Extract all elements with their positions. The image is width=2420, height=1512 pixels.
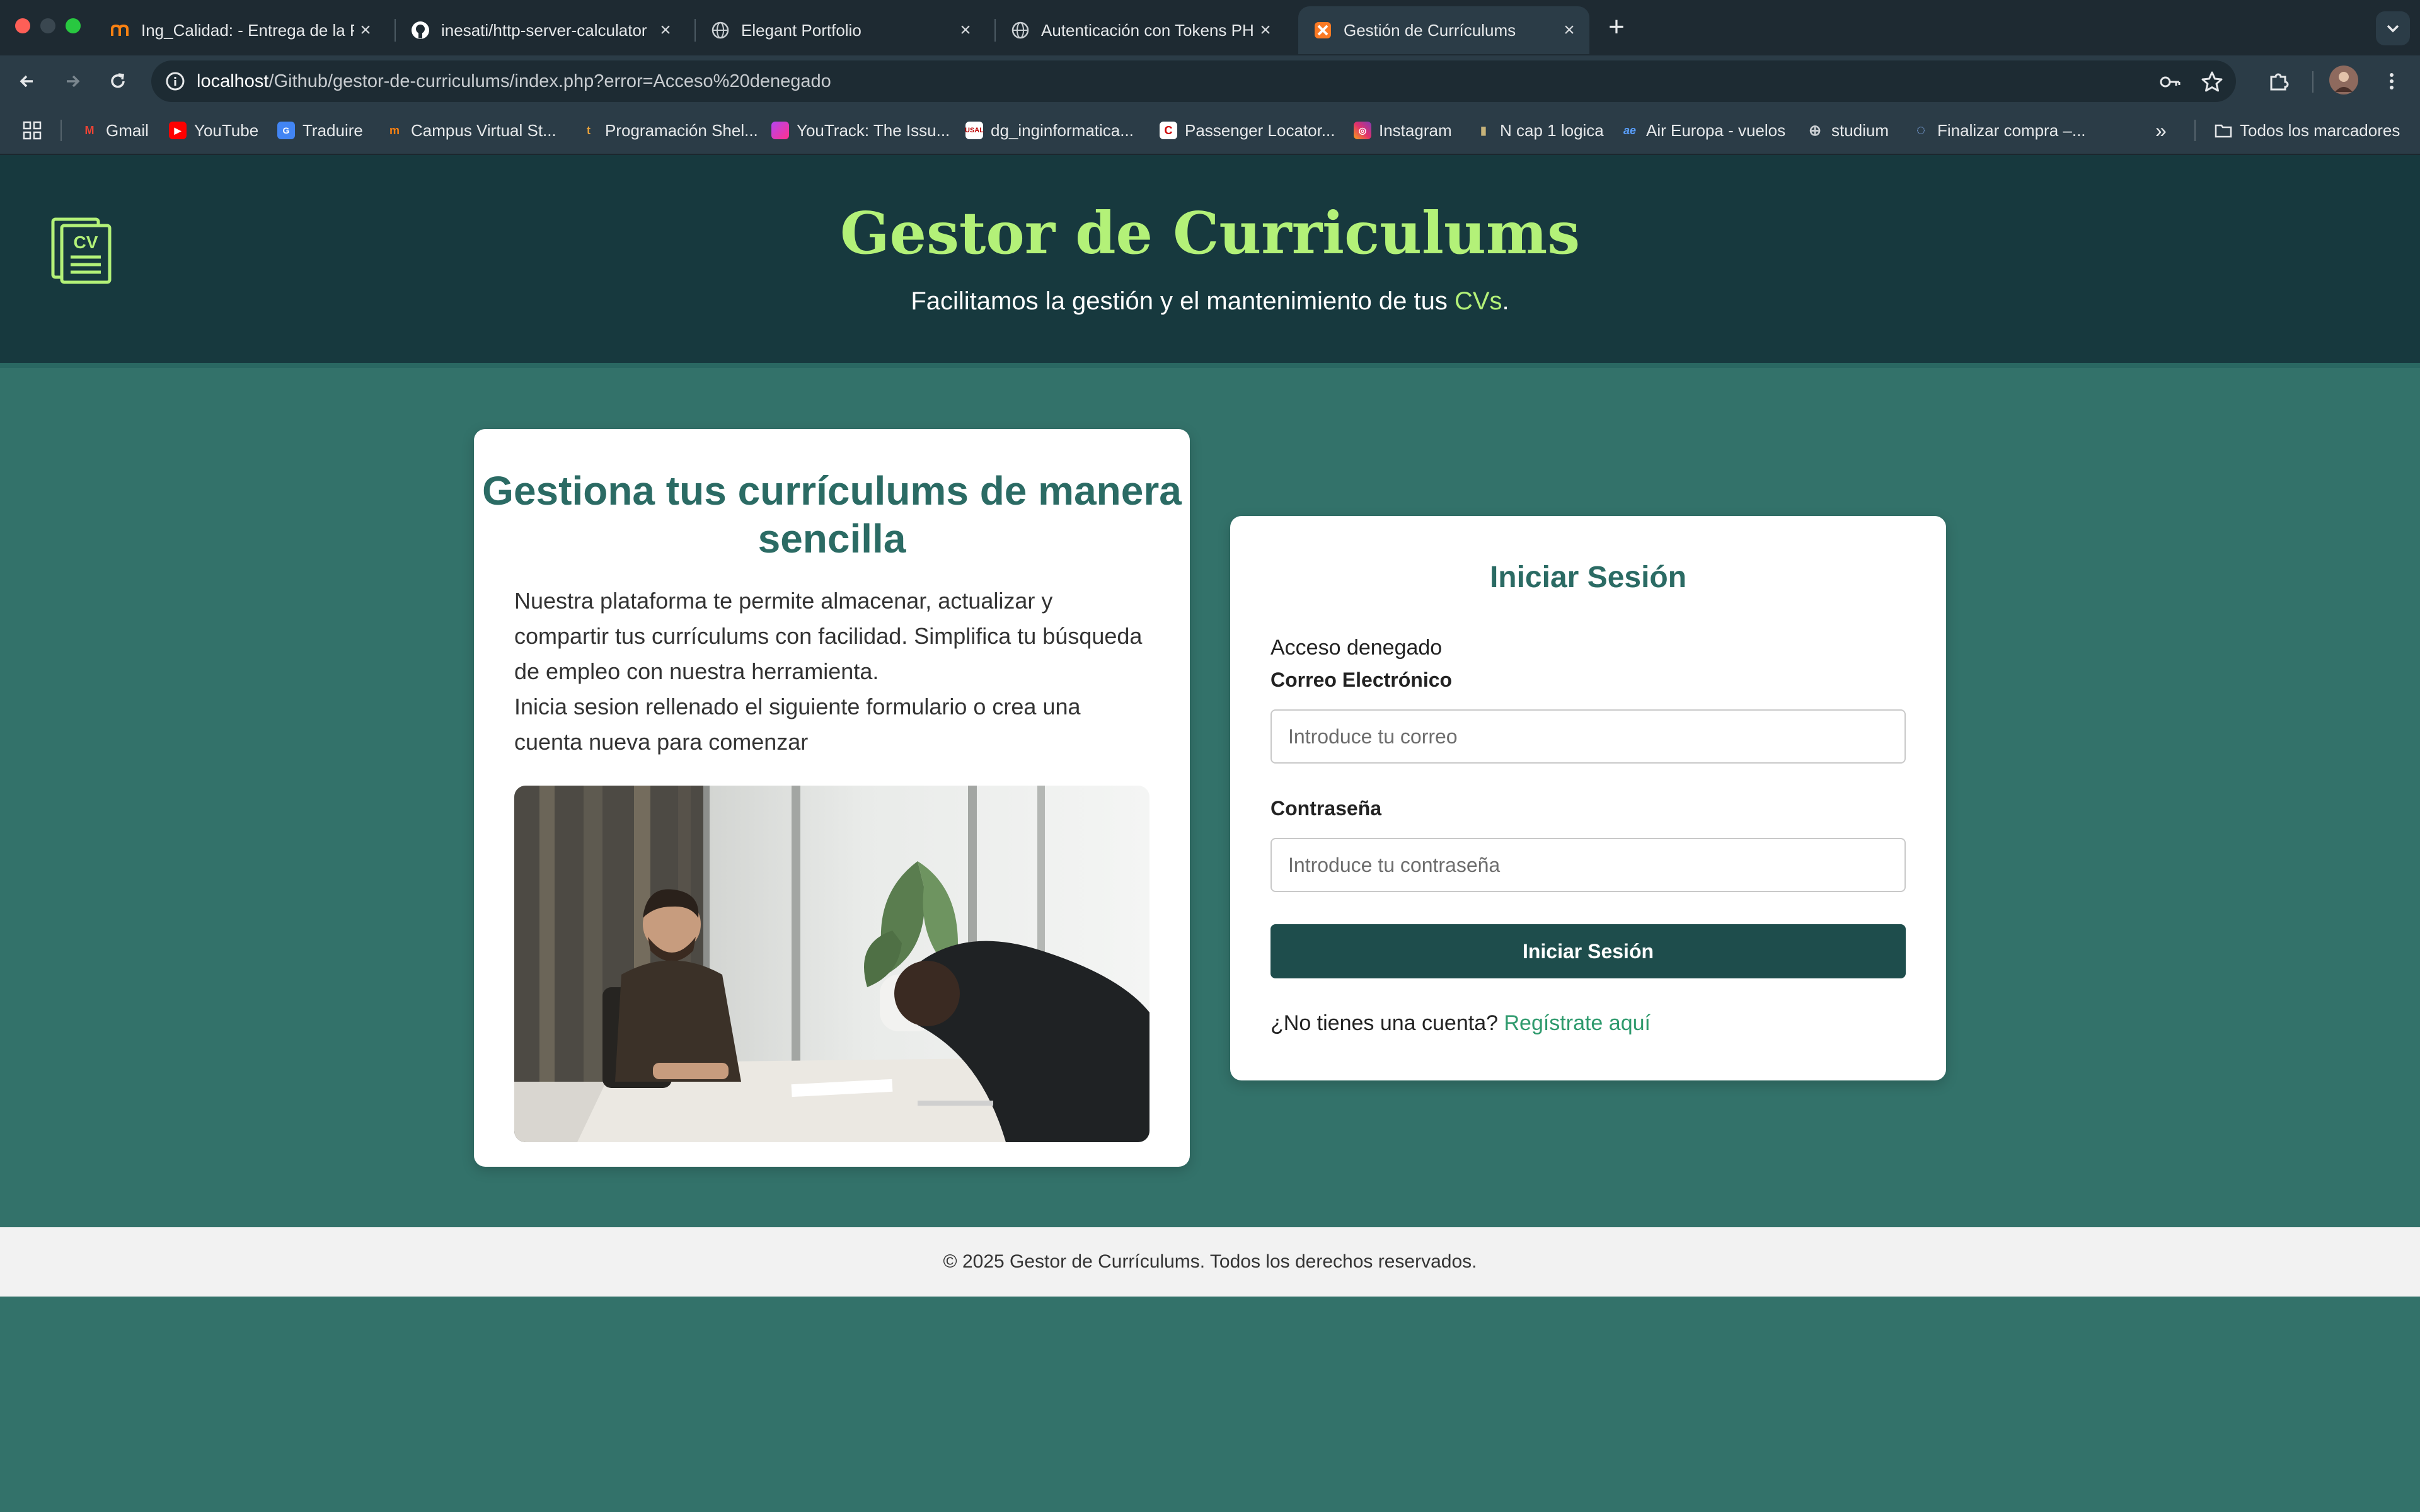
- tab-close-icon[interactable]: ×: [954, 19, 977, 42]
- tab-close-icon[interactable]: ×: [354, 19, 377, 42]
- email-label: Correo Electrónico: [1270, 668, 1453, 691]
- bookmark-programacion-shell[interactable]: t Programación Shel...: [580, 107, 758, 154]
- window-close-button[interactable]: [15, 18, 30, 33]
- site-header: CV Gestor de Curriculums Facilitamos la …: [0, 155, 2420, 368]
- password-field[interactable]: [1270, 838, 1906, 892]
- bookmark-gmail[interactable]: M Gmail: [81, 107, 149, 154]
- bookmark-passenger-locator[interactable]: C Passenger Locator...: [1160, 107, 1335, 154]
- bookmark-icon: USAL: [965, 122, 984, 139]
- browser-tab[interactable]: inesati/http-server-calculator ×: [396, 6, 686, 54]
- avatar[interactable]: [2329, 66, 2358, 94]
- intro-text: Nuestra plataforma te permite almacenar,…: [514, 588, 1143, 755]
- new-tab-button[interactable]: +: [1601, 11, 1632, 43]
- browser-tab[interactable]: Autenticación con Tokens PHP ×: [996, 6, 1286, 54]
- forward-button[interactable]: [55, 64, 89, 98]
- intro-card: Gestiona tus currículums de manera senci…: [474, 429, 1190, 1167]
- login-card: Iniciar Sesión Acceso denegado Correo El…: [1230, 516, 1946, 1080]
- login-title: Iniciar Sesión: [1489, 561, 1687, 594]
- tab-search-button[interactable]: [2376, 11, 2410, 45]
- bookmark-studium[interactable]: ⊕ studium: [1806, 107, 1889, 154]
- url-host: localhost: [197, 71, 269, 91]
- bookmark-dg-inginformatica[interactable]: USAL dg_inginformatica...: [965, 107, 1134, 154]
- login-submit-button[interactable]: Iniciar Sesión: [1270, 924, 1906, 978]
- globe-icon: [1011, 21, 1030, 40]
- tab-close-icon[interactable]: ×: [1254, 19, 1277, 42]
- all-bookmarks-folder[interactable]: Todos los marcadores: [2215, 107, 2400, 154]
- bookmark-youtube[interactable]: ▶ YouTube: [169, 107, 258, 154]
- site-subtitle: Facilitamos la gestión y el mantenimient…: [911, 287, 1509, 315]
- back-button[interactable]: [10, 64, 44, 98]
- bookmark-icon: ▮: [1480, 123, 1487, 137]
- arrow-left-icon: [20, 75, 33, 88]
- error-message: Acceso denegado: [1270, 636, 1443, 660]
- bookmark-icon: t: [587, 123, 591, 137]
- window-minimize-button[interactable]: [40, 18, 55, 33]
- tab-close-icon[interactable]: ×: [1558, 19, 1581, 42]
- bookmark-air-europa[interactable]: ae Air Europa - vuelos: [1621, 107, 1785, 154]
- bookmark-finalizar-compra[interactable]: ◌ Finalizar compra –...: [1912, 107, 2086, 154]
- intro-heading: Gestiona tus currículums de manera senci…: [482, 468, 1182, 561]
- bookmark-icon: C: [1160, 122, 1177, 139]
- globe-icon: [711, 21, 730, 40]
- bookmarks-bar: M Gmail ▶ YouTube G Traduire m Campus Virtua…: [0, 107, 2420, 155]
- password-label: Contraseña: [1270, 797, 1382, 820]
- github-icon: [411, 21, 430, 40]
- address-url[interactable]: localhost/Github/gestor-de-curriculums/i…: [197, 60, 831, 102]
- url-path: /Github/gestor-de-curriculums/index.php?…: [268, 71, 831, 91]
- bookmark-traduire[interactable]: G Traduire: [277, 107, 363, 154]
- bookmark-star-icon[interactable]: [2199, 69, 2225, 98]
- reload-icon: [111, 73, 125, 88]
- browser-tab-bar: Ing_Calidad: - Entrega de la P × inesati…: [0, 0, 2420, 55]
- window-zoom-button[interactable]: [66, 18, 81, 33]
- email-field[interactable]: [1270, 709, 1906, 764]
- reload-button[interactable]: [101, 64, 135, 98]
- extensions-button[interactable]: [2261, 64, 2295, 98]
- browser-tab-active[interactable]: Gestión de Currículums ×: [1298, 6, 1589, 54]
- cvs-highlight: CVs: [1454, 287, 1502, 315]
- folder-icon: [2215, 122, 2232, 139]
- tab-close-icon[interactable]: ×: [654, 19, 677, 42]
- browser-tab[interactable]: Elegant Portfolio ×: [696, 6, 986, 54]
- apps-grid-icon[interactable]: [23, 107, 42, 154]
- password-key-icon[interactable]: [2158, 69, 2183, 98]
- bookmark-youtrack[interactable]: YouTrack: The Issu...: [771, 107, 950, 154]
- browser-menu-button[interactable]: [2375, 64, 2409, 98]
- bookmark-n-cap-1-logica[interactable]: ▮ N cap 1 logica: [1475, 107, 1604, 154]
- register-link[interactable]: Regístrate aquí: [1504, 1011, 1650, 1035]
- xampp-icon: [1313, 21, 1332, 40]
- moodle-icon: m: [389, 123, 400, 137]
- aireuropa-icon: ae: [1623, 123, 1637, 137]
- bookmark-instagram[interactable]: ◎ Instagram: [1354, 107, 1452, 154]
- site-title: Gestor de Curriculums: [839, 199, 1581, 267]
- address-bar[interactable]: localhost/Github/gestor-de-curriculums/i…: [151, 60, 2236, 102]
- site-footer: © 2025 Gestor de Currículums. Todos los …: [0, 1227, 2420, 1297]
- office-interview-photo: [514, 786, 1150, 1142]
- youtrack-icon: [771, 122, 789, 139]
- bookmark-campus-virtual[interactable]: m Campus Virtual St...: [386, 107, 556, 154]
- more-bookmarks-button[interactable]: »: [2155, 107, 2167, 154]
- site-info-icon[interactable]: [165, 71, 185, 94]
- youtube-icon: ▶: [169, 122, 187, 139]
- globe-icon: ⊕: [1808, 122, 1822, 139]
- loading-icon: ◌: [1916, 122, 1926, 139]
- browser-toolbar: localhost/Github/gestor-de-curriculums/i…: [0, 55, 2420, 107]
- gmail-icon: M: [84, 123, 95, 137]
- browser-tab[interactable]: Ing_Calidad: - Entrega de la P ×: [96, 6, 386, 54]
- puzzle-icon: [2270, 73, 2289, 91]
- chevron-down-icon: [2387, 25, 2399, 33]
- register-prompt: ¿No tienes una cuenta? Regístrate aquí: [1270, 1011, 1651, 1035]
- moodle-icon: [111, 21, 130, 40]
- translate-icon: G: [277, 122, 295, 139]
- kebab-menu-icon: [2390, 73, 2394, 89]
- instagram-icon: ◎: [1354, 122, 1371, 139]
- arrow-right-icon: [67, 75, 80, 88]
